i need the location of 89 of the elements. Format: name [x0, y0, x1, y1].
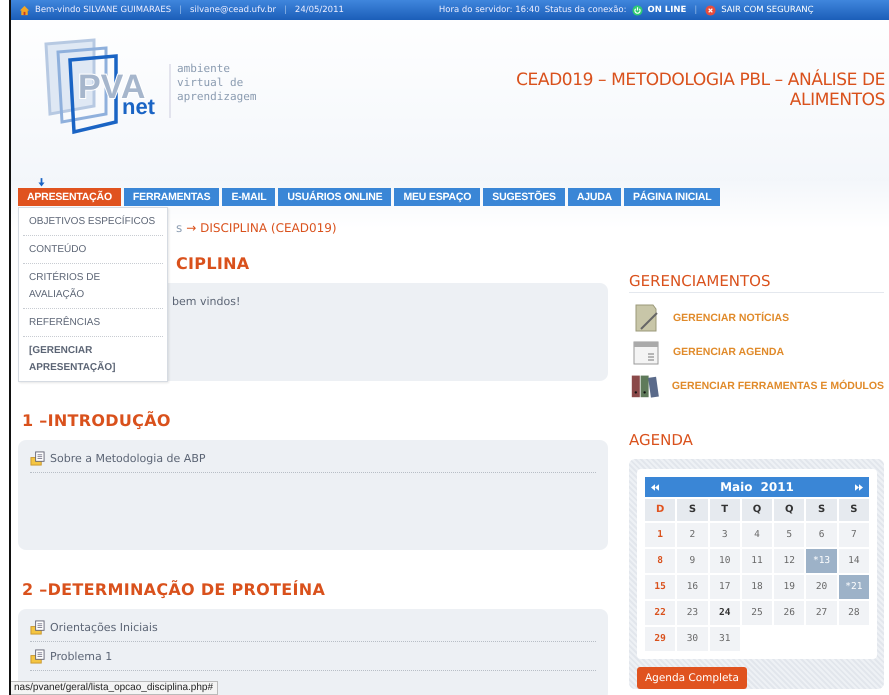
calendar-day[interactable]: 22	[645, 601, 676, 625]
separator-text: |	[284, 5, 287, 15]
folder-document-icon	[30, 648, 45, 664]
calendar-day[interactable]: 28	[838, 601, 869, 625]
calendar-day[interactable]: 20	[806, 575, 837, 599]
section-title: CIPLINA	[176, 254, 250, 273]
calendar-day[interactable]: 18	[742, 575, 772, 599]
menu-item[interactable]: OBJETIVOS ESPECÍFICOS	[23, 208, 163, 236]
calendar-day[interactable]: 14	[838, 549, 869, 573]
menu-item[interactable]: CONTEÚDO	[23, 236, 163, 264]
separator-text: |	[179, 5, 182, 15]
management-link[interactable]: GERENCIAR AGENDA	[673, 346, 784, 358]
calendar-day[interactable]: 19	[774, 575, 804, 599]
nav-tab[interactable]: MEU ESPAÇO	[394, 188, 480, 206]
next-icon[interactable]	[855, 484, 863, 490]
nav-tab[interactable]: PÁGINA INICIAL	[624, 188, 720, 206]
section-title: 1 –INTRODUÇÃO	[22, 411, 171, 430]
calendar-day[interactable]: 25	[742, 601, 772, 625]
logout-link[interactable]: SAIR COM SEGURANÇ	[721, 5, 814, 15]
welcome-text: Bem-vindo SILVANE GUIMARAES	[35, 5, 172, 15]
calendar-day[interactable]: 23	[677, 601, 708, 625]
calendar-day[interactable]: 29	[645, 627, 676, 651]
calendar-day[interactable]: 24	[710, 601, 740, 625]
status-bar: nas/pvanet/geral/lista_opcao_disciplina.php#	[11, 681, 218, 695]
nav-tab[interactable]: AJUDA	[568, 188, 621, 206]
full-agenda-button[interactable]: Agenda Completa	[637, 667, 747, 689]
folder-document-icon	[30, 450, 45, 466]
menu-item[interactable]: CRITÉRIOS DE AVALIAÇÃO	[23, 264, 163, 309]
weekday-header: T	[710, 499, 740, 521]
calendar-day[interactable]: 17	[710, 575, 740, 599]
course-title: CEAD019 – METODOLOGIA PBL – ANÁLISE DE ALIMENTOS	[515, 70, 885, 110]
calendar-day[interactable]: 26	[774, 601, 804, 625]
calendar-day[interactable]: 2	[677, 523, 708, 547]
weekday-header: S	[806, 499, 837, 521]
welcome-message: bem vindos!	[172, 294, 240, 308]
nav-tab[interactable]: USUÁRIOS ONLINE	[278, 188, 392, 206]
nav-tab[interactable]: SUGESTÕES	[483, 188, 565, 206]
weekday-header: Q	[774, 499, 804, 521]
calendar-day[interactable]: 6	[806, 523, 837, 547]
calendar-day[interactable]: 12	[774, 549, 804, 573]
calendar-day[interactable]: 4	[742, 523, 772, 547]
item-link[interactable]: Sobre a Metodologia de ABP	[50, 452, 206, 464]
weekday-header: Q	[742, 499, 772, 521]
calendar-day[interactable]: 9	[677, 549, 708, 573]
month-label: Maio	[720, 480, 752, 494]
email-text: silvane@cead.ufv.br	[190, 5, 276, 15]
close-icon[interactable]	[705, 4, 716, 16]
calendar-day[interactable]: 31	[710, 627, 740, 651]
separator-text: |	[694, 5, 698, 15]
date-text: 24/05/2011	[294, 5, 344, 15]
calendar-day[interactable]: 16	[677, 575, 708, 599]
weekday-header: D	[645, 499, 676, 521]
calendar-day[interactable]: 11	[742, 549, 772, 573]
server-time: Hora do servidor: 16:40	[438, 5, 540, 15]
calendar-day[interactable]: 15	[645, 575, 676, 599]
menu-item[interactable]: REFERÊNCIAS	[23, 309, 163, 337]
connection-status: ON LINE	[648, 5, 686, 15]
down-arrow-icon	[38, 178, 45, 187]
calendar-day[interactable]: 3	[710, 523, 740, 547]
calendar-day[interactable]: 1	[645, 523, 676, 547]
tagline-text: virtual de	[177, 76, 244, 90]
item-link[interactable]: Orientações Iniciais	[50, 620, 158, 634]
calendar-day[interactable]: 8	[645, 549, 676, 573]
tagline-text: ambiente	[177, 62, 231, 76]
calendar-day[interactable]: 30	[677, 627, 708, 651]
item-link[interactable]: Problema 1	[50, 650, 112, 662]
weekday-header: S	[838, 499, 869, 521]
weekday-header: S	[677, 499, 708, 521]
nav-tab[interactable]: FERRAMENTAS	[124, 188, 220, 206]
nav-tab[interactable]: E-MAIL	[222, 188, 276, 206]
breadcrumb-link[interactable]: s	[176, 221, 182, 241]
breadcrumb-current: → DISCIPLINA (CEAD019)	[186, 221, 337, 237]
management-link[interactable]: GERENCIAR NOTÍCIAS	[673, 312, 790, 324]
home-icon[interactable]	[19, 4, 30, 16]
connection-label: Status da conexão:	[544, 5, 626, 15]
calendar-day[interactable]: 27	[806, 601, 837, 625]
section-title: 2 –DETERMINAÇÃO DE PROTEÍNA	[22, 580, 326, 599]
tagline-text: aprendizagem	[177, 90, 256, 104]
calendar-day[interactable]: 5	[774, 523, 804, 547]
previous-icon[interactable]	[651, 484, 659, 490]
calendar-day[interactable]: 7	[838, 523, 869, 547]
folder-document-icon	[30, 620, 45, 634]
section-title: AGENDA	[629, 431, 694, 451]
management-link[interactable]: GERENCIAR FERRAMENTAS E MÓDULOS	[672, 380, 884, 392]
menu-item[interactable]: [GERENCIAR APRESENTAÇÃO]	[23, 337, 163, 381]
calendar-day[interactable]: 10	[710, 549, 740, 573]
year-label: 2011	[760, 480, 794, 494]
nav-tab[interactable]: APRESENTAÇÃO	[18, 188, 121, 206]
section-title: GERENCIAMENTOS	[629, 272, 884, 293]
